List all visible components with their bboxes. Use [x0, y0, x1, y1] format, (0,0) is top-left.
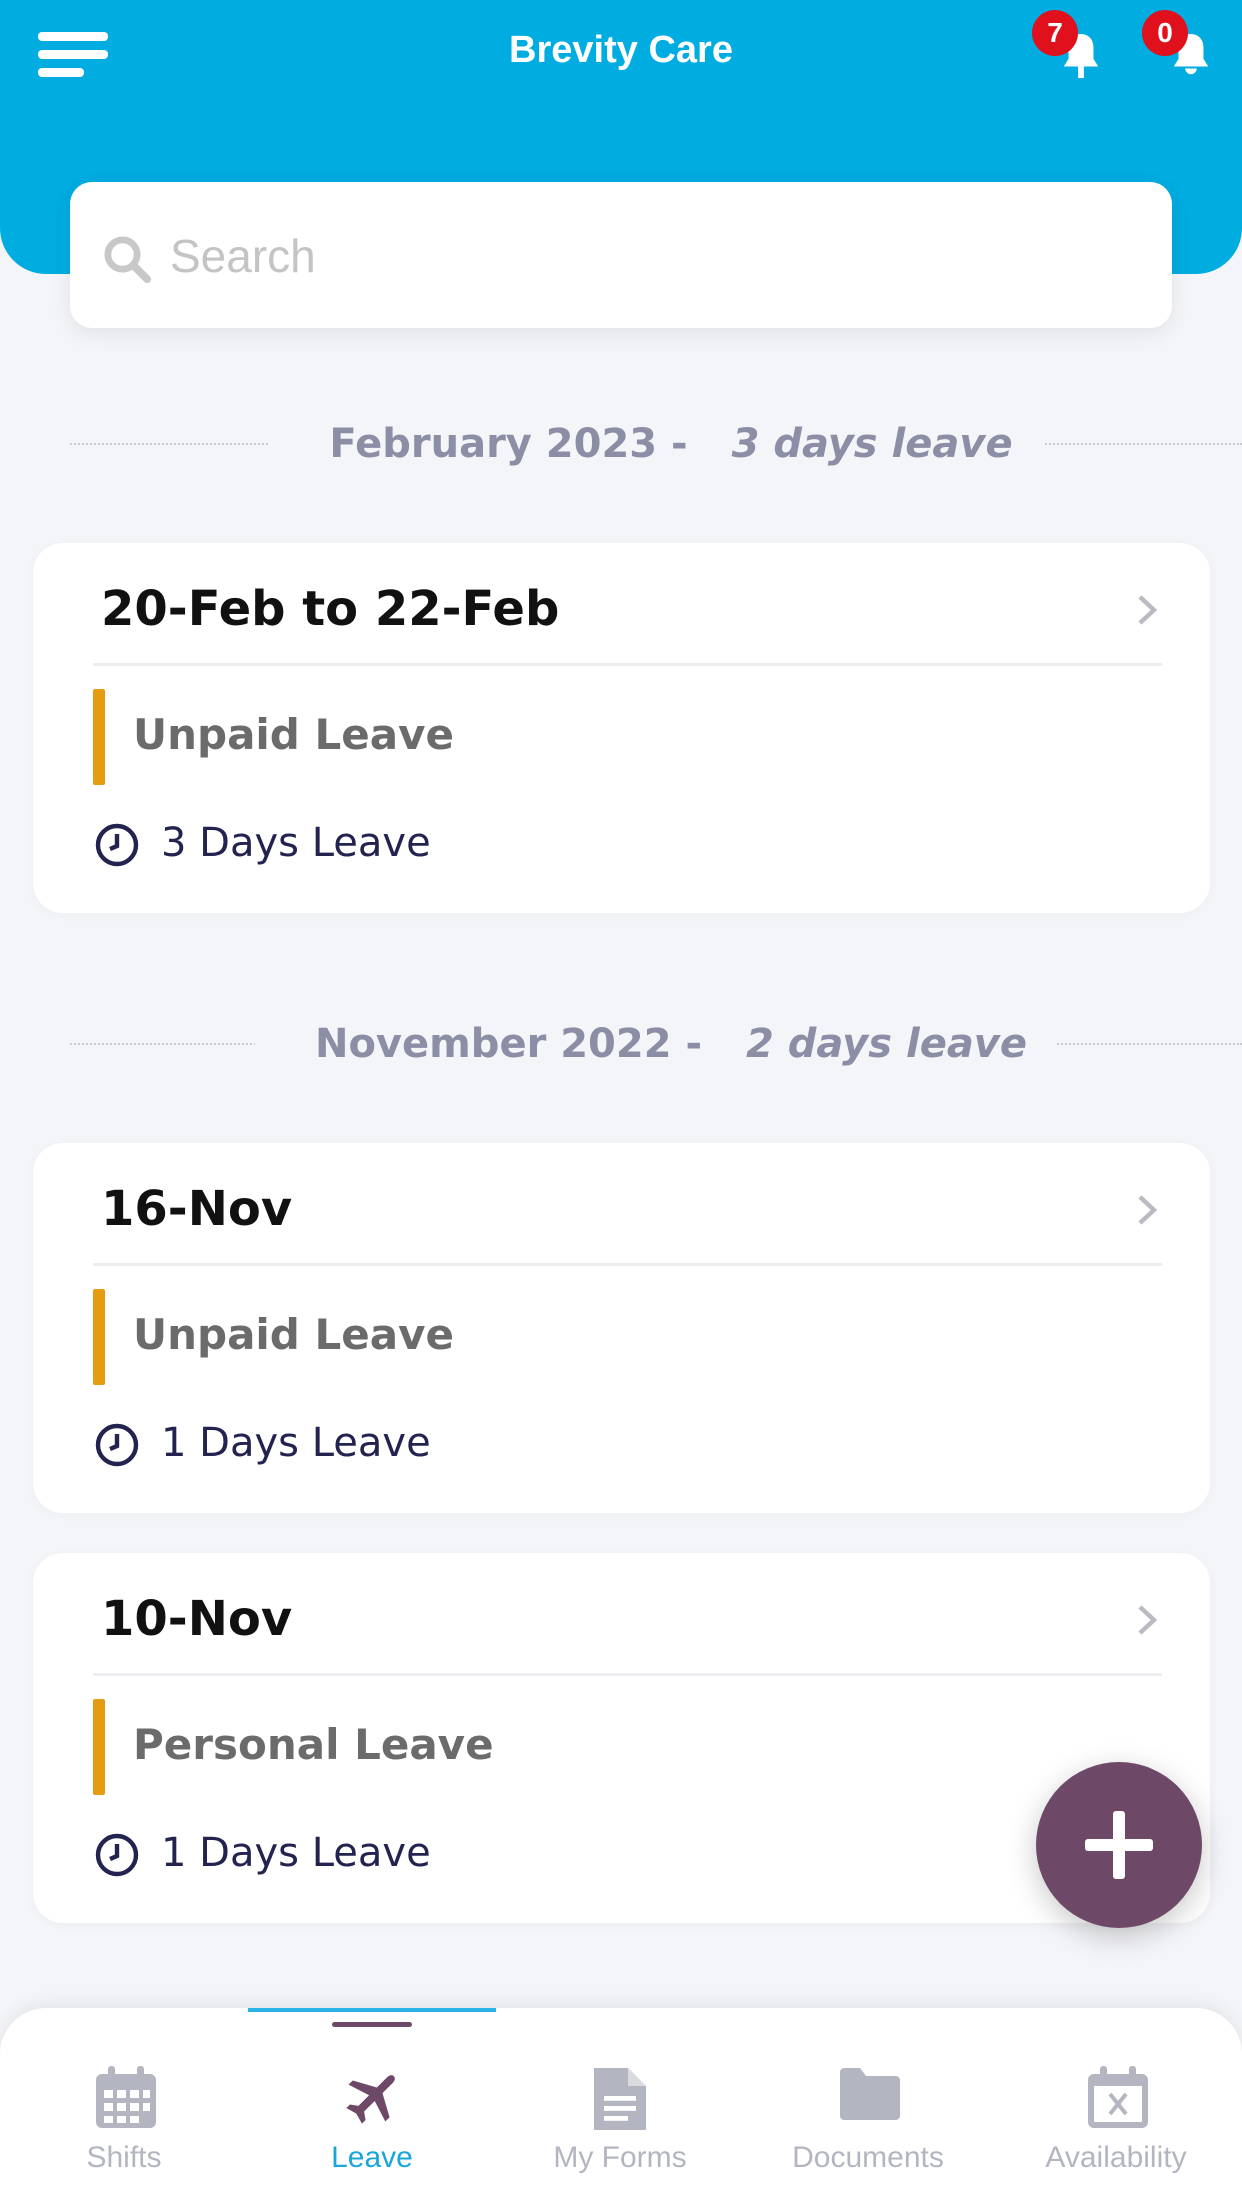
clock-icon: [95, 1423, 139, 1467]
calendar-x-icon: [1088, 2066, 1148, 2128]
leave-date: 16-Nov: [101, 1181, 293, 1237]
leave-type: Unpaid Leave: [133, 710, 454, 759]
nav-documents[interactable]: Documents: [744, 2008, 992, 2208]
notification-button-2[interactable]: 0: [1142, 10, 1222, 90]
chevron-right-icon: [1138, 1605, 1158, 1635]
document-icon: [594, 2068, 646, 2130]
section-header-february-2023: February 2023 - 3 days leave: [70, 414, 1242, 474]
leave-type: Unpaid Leave: [133, 1310, 454, 1359]
folder-icon: [840, 2068, 900, 2120]
leave-duration: 1 Days Leave: [161, 1420, 431, 1466]
leave-duration: 3 Days Leave: [161, 820, 431, 866]
clock-icon: [95, 1833, 139, 1877]
nav-label: Shifts: [86, 2141, 162, 2174]
leave-type-indicator: [93, 1289, 105, 1385]
add-leave-button[interactable]: [1036, 1762, 1202, 1928]
chevron-right-icon: [1138, 595, 1158, 625]
nav-availability[interactable]: Availability: [992, 2008, 1240, 2208]
section-summary: 3 days leave: [731, 421, 1013, 467]
bottom-navigation: Shifts Leave My Forms Documents Availabi…: [0, 2008, 1242, 2208]
menu-button[interactable]: [38, 28, 108, 84]
leave-type: Personal Leave: [133, 1720, 494, 1769]
card-divider: [93, 1263, 1162, 1266]
app-title: Brevity Care: [509, 29, 733, 71]
leave-type-indicator: [93, 1699, 105, 1795]
nav-my-forms[interactable]: My Forms: [496, 2008, 744, 2208]
nav-label: Documents: [792, 2141, 944, 2174]
section-month: November 2022 -: [284, 1021, 747, 1067]
leave-type-indicator: [93, 689, 105, 785]
chevron-right-icon: [1138, 1195, 1158, 1225]
airplane-icon: [346, 2075, 395, 2124]
search-icon: [104, 236, 152, 284]
notification-count-badge: 0: [1142, 10, 1188, 56]
section-summary: 2 days leave: [746, 1021, 1028, 1067]
leave-card[interactable]: 10-Nov Personal Leave 1 Days Leave: [33, 1553, 1210, 1923]
card-divider: [93, 1673, 1162, 1676]
clock-icon: [95, 823, 139, 867]
section-month: February 2023 -: [299, 421, 732, 467]
nav-label: Leave: [331, 2141, 413, 2174]
nav-shifts[interactable]: Shifts: [0, 2008, 248, 2208]
section-header-november-2022: November 2022 - 2 days leave: [70, 1014, 1242, 1074]
notification-count-badge: 7: [1032, 10, 1078, 56]
leave-card[interactable]: 20-Feb to 22-Feb Unpaid Leave 3 Days Lea…: [33, 543, 1210, 913]
nav-label: My Forms: [553, 2141, 687, 2174]
calendar-icon: [96, 2066, 156, 2128]
leave-duration: 1 Days Leave: [161, 1830, 431, 1876]
leave-date: 20-Feb to 22-Feb: [101, 581, 560, 637]
search-input[interactable]: [168, 216, 1132, 296]
notification-button-1[interactable]: 7: [1032, 10, 1112, 90]
plus-icon: [1085, 1811, 1153, 1879]
search-bar: [70, 182, 1172, 328]
card-divider: [93, 663, 1162, 666]
leave-date: 10-Nov: [101, 1591, 293, 1647]
nav-label: Availability: [1045, 2141, 1187, 2174]
leave-card[interactable]: 16-Nov Unpaid Leave 1 Days Leave: [33, 1143, 1210, 1513]
nav-leave[interactable]: Leave: [248, 2008, 496, 2208]
